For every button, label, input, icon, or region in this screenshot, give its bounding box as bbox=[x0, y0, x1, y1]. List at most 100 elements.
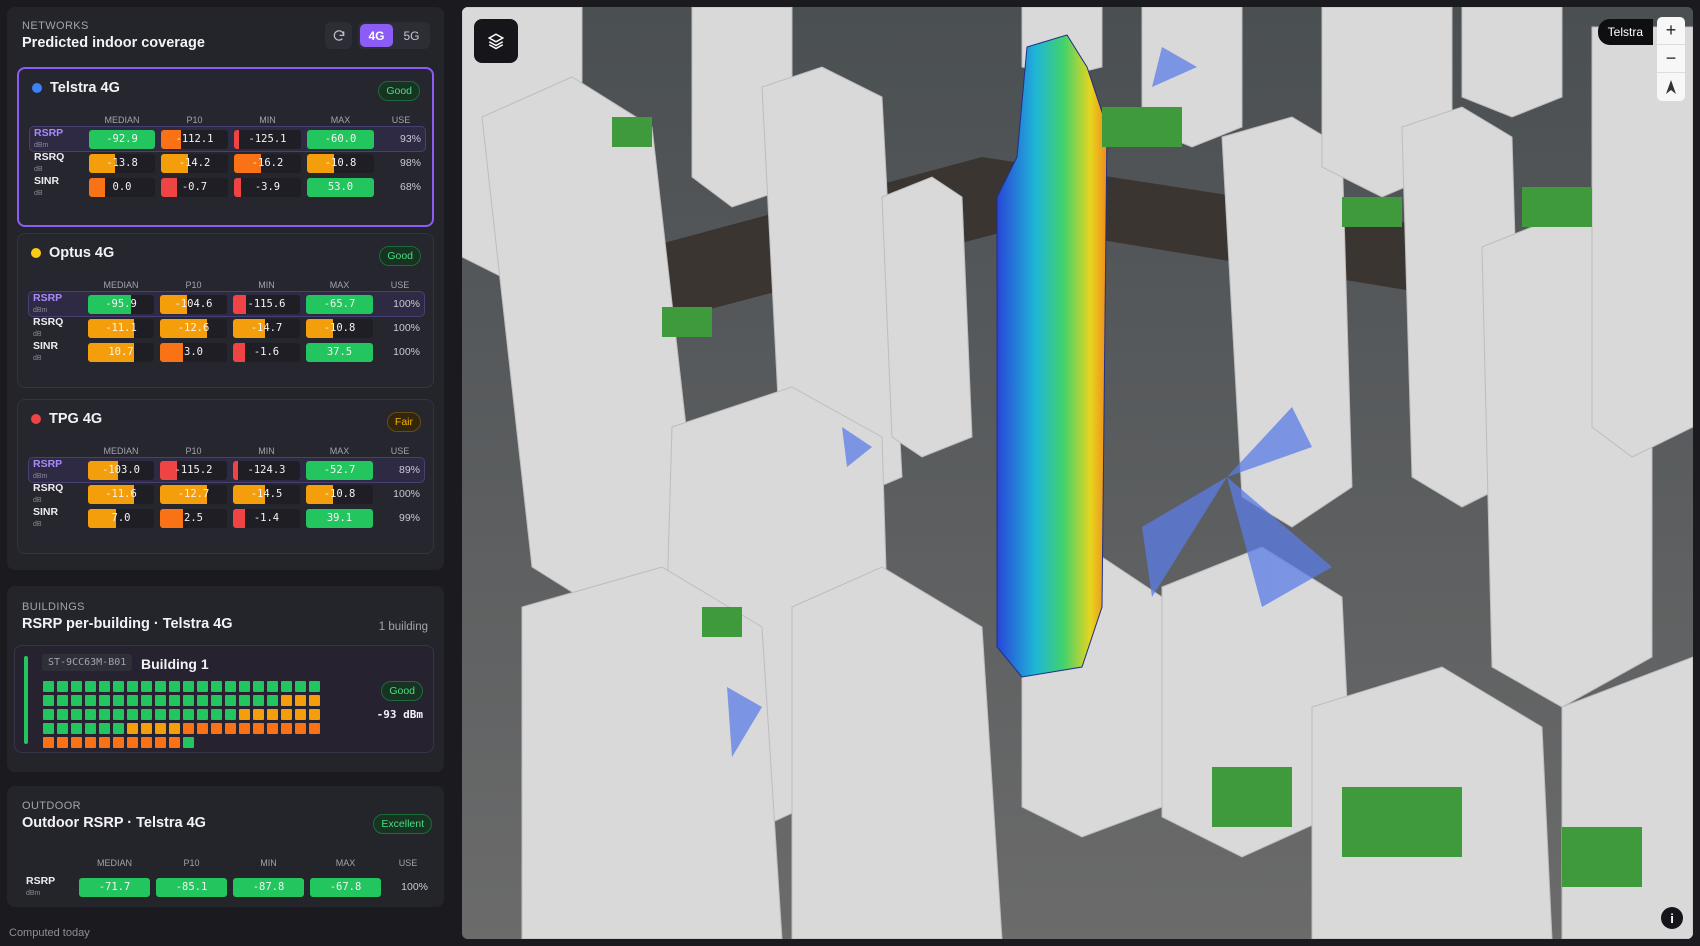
floor-cell bbox=[113, 695, 124, 706]
max-cell: 53.0 bbox=[307, 177, 374, 197]
network-card[interactable]: Telstra 4G Good MEDIAN P10 MIN MAX USE RSRP dBm -… bbox=[17, 67, 434, 227]
metrics-table-header: MEDIAN P10 MIN MAX USE bbox=[30, 113, 425, 127]
max-cell: 39.1 bbox=[306, 508, 373, 528]
network-toolbar: 4G 5G bbox=[325, 22, 430, 49]
metric-row-rsrq[interactable]: RSRQ dB -11.1 -12.6 -14.7 -10.8 100% bbox=[29, 316, 424, 340]
p10-cell: -104.6 bbox=[160, 294, 227, 314]
network-status-badge: Good bbox=[379, 246, 421, 266]
building-rsrp-value: -93 dBm bbox=[376, 708, 423, 721]
metric-row-rsrp[interactable]: RSRP dBm -103.0 -115.2 -124.3 -52.7 89% bbox=[28, 457, 425, 483]
column-header: MAX bbox=[330, 115, 351, 125]
buildings-title: RSRP per-building · Telstra 4G bbox=[22, 616, 233, 632]
floor-cell bbox=[99, 709, 110, 720]
floor-cell bbox=[253, 723, 264, 734]
floor-cell bbox=[113, 723, 124, 734]
outdoor-title: Outdoor RSRP · Telstra 4G bbox=[22, 815, 206, 831]
use-value: 100% bbox=[393, 322, 420, 334]
min-cell: -125.1 bbox=[234, 129, 301, 149]
metric-row-sinr[interactable]: SINR dB 7.0 2.5 -1.4 39.1 99% bbox=[29, 506, 424, 530]
floor-cell bbox=[211, 723, 222, 734]
floor-cell bbox=[267, 709, 278, 720]
column-header: USE bbox=[391, 115, 411, 125]
floor-cell bbox=[183, 681, 194, 692]
network-card[interactable]: TPG 4G Fair MEDIAN P10 MIN MAX USE RSRP dBm -103.… bbox=[17, 399, 434, 554]
metric-name: RSRP dBm bbox=[33, 291, 63, 314]
floor-cell bbox=[253, 695, 264, 706]
floor-cell bbox=[43, 681, 54, 692]
network-status-badge: Good bbox=[378, 81, 420, 101]
map-3d-view[interactable]: Telstra + − i bbox=[462, 7, 1693, 939]
p10-cell: -85.1 bbox=[156, 877, 227, 897]
floor-cell bbox=[295, 695, 306, 706]
column-header: MAX bbox=[335, 858, 356, 868]
use-value: 68% bbox=[399, 181, 421, 193]
floor-cell bbox=[71, 723, 82, 734]
metric-row-rsrp[interactable]: RSRP dBm -95.9 -104.6 -115.6 -65.7 100% bbox=[28, 291, 425, 317]
floor-cell bbox=[141, 723, 152, 734]
p10-cell: -12.7 bbox=[160, 484, 227, 504]
metrics-table-header: MEDIAN P10 MIN MAX USE bbox=[29, 278, 424, 292]
floor-cell bbox=[71, 681, 82, 692]
floor-cell bbox=[309, 709, 320, 720]
floor-cell bbox=[141, 737, 152, 748]
floor-cell bbox=[239, 695, 250, 706]
use-value: 93% bbox=[399, 133, 421, 145]
compass-button[interactable] bbox=[1657, 73, 1685, 101]
info-button[interactable]: i bbox=[1661, 907, 1683, 929]
building-card[interactable]: ST-9CC63M-B01 Building 1 Good -93 dBm bbox=[14, 645, 434, 753]
max-cell: -52.7 bbox=[306, 460, 373, 480]
median-cell: -103.0 bbox=[88, 460, 154, 480]
zoom-in-button[interactable]: + bbox=[1657, 17, 1685, 45]
toggle-4g[interactable]: 4G bbox=[360, 24, 393, 47]
floor-cell bbox=[267, 681, 278, 692]
column-header: USE bbox=[390, 280, 410, 290]
floor-cell bbox=[85, 695, 96, 706]
column-header: P10 bbox=[183, 858, 200, 868]
toggle-5g[interactable]: 5G bbox=[395, 24, 428, 47]
building-id: ST-9CC63M-B01 bbox=[42, 654, 133, 671]
p10-cell: -14.2 bbox=[161, 153, 228, 173]
column-header: P10 bbox=[185, 446, 202, 456]
median-cell: -11.1 bbox=[88, 318, 154, 338]
layers-button[interactable] bbox=[474, 19, 518, 63]
floor-cell bbox=[225, 709, 236, 720]
zoom-out-button[interactable]: − bbox=[1657, 45, 1685, 73]
min-cell: -87.8 bbox=[233, 877, 304, 897]
floor-cell bbox=[281, 709, 292, 720]
column-header: MEDIAN bbox=[104, 115, 140, 125]
metric-name: RSRQ dB bbox=[33, 481, 64, 504]
metric-row-rsrq[interactable]: RSRQ dB -13.8 -14.2 -16.2 -10.8 98% bbox=[30, 151, 425, 175]
floor-cell bbox=[169, 695, 180, 706]
column-header: USE bbox=[390, 446, 410, 456]
city-scene bbox=[462, 7, 1693, 939]
median-cell: -71.7 bbox=[79, 877, 150, 897]
column-header: MIN bbox=[258, 446, 275, 456]
outdoor-rsrp-row[interactable]: RSRP dBm -71.7 -85.1 -87.8 -67.8 100% bbox=[22, 875, 432, 899]
floor-cell bbox=[43, 709, 54, 720]
network-card-header: Telstra 4G bbox=[32, 80, 120, 96]
floor-cell bbox=[169, 737, 180, 748]
metrics-table-header: MEDIAN P10 MIN MAX USE bbox=[29, 444, 424, 458]
network-card[interactable]: Optus 4G Good MEDIAN P10 MIN MAX USE RSRP dBm -95… bbox=[17, 233, 434, 388]
building-name: Building 1 bbox=[141, 656, 209, 672]
networks-section-label: NETWORKS bbox=[22, 20, 89, 32]
use-value: 89% bbox=[398, 464, 420, 476]
floor-cell bbox=[141, 681, 152, 692]
outdoor-table-header: MEDIAN P10 MIN MAX USE bbox=[22, 856, 432, 870]
use-value: 100% bbox=[393, 346, 420, 358]
refresh-button[interactable] bbox=[325, 22, 352, 49]
floor-cell bbox=[197, 695, 208, 706]
floor-cell bbox=[183, 709, 194, 720]
floor-cell bbox=[141, 695, 152, 706]
floor-cell bbox=[155, 695, 166, 706]
floor-cell bbox=[57, 709, 68, 720]
metric-row-sinr[interactable]: SINR dB 10.7 3.0 -1.6 37.5 100% bbox=[29, 340, 424, 364]
metric-name: RSRP dBm bbox=[26, 874, 56, 897]
network-map-label[interactable]: Telstra bbox=[1597, 19, 1653, 45]
metric-row-sinr[interactable]: SINR dB 0.0 -0.7 -3.9 53.0 68% bbox=[30, 175, 425, 199]
min-cell: -14.5 bbox=[233, 484, 300, 504]
layers-icon bbox=[487, 33, 505, 50]
metric-row-rsrq[interactable]: RSRQ dB -11.6 -12.7 -14.5 -10.8 100% bbox=[29, 482, 424, 506]
metric-row-rsrp[interactable]: RSRP dBm -92.9 -112.1 -125.1 -60.0 93% bbox=[29, 126, 426, 152]
median-cell: 7.0 bbox=[88, 508, 154, 528]
